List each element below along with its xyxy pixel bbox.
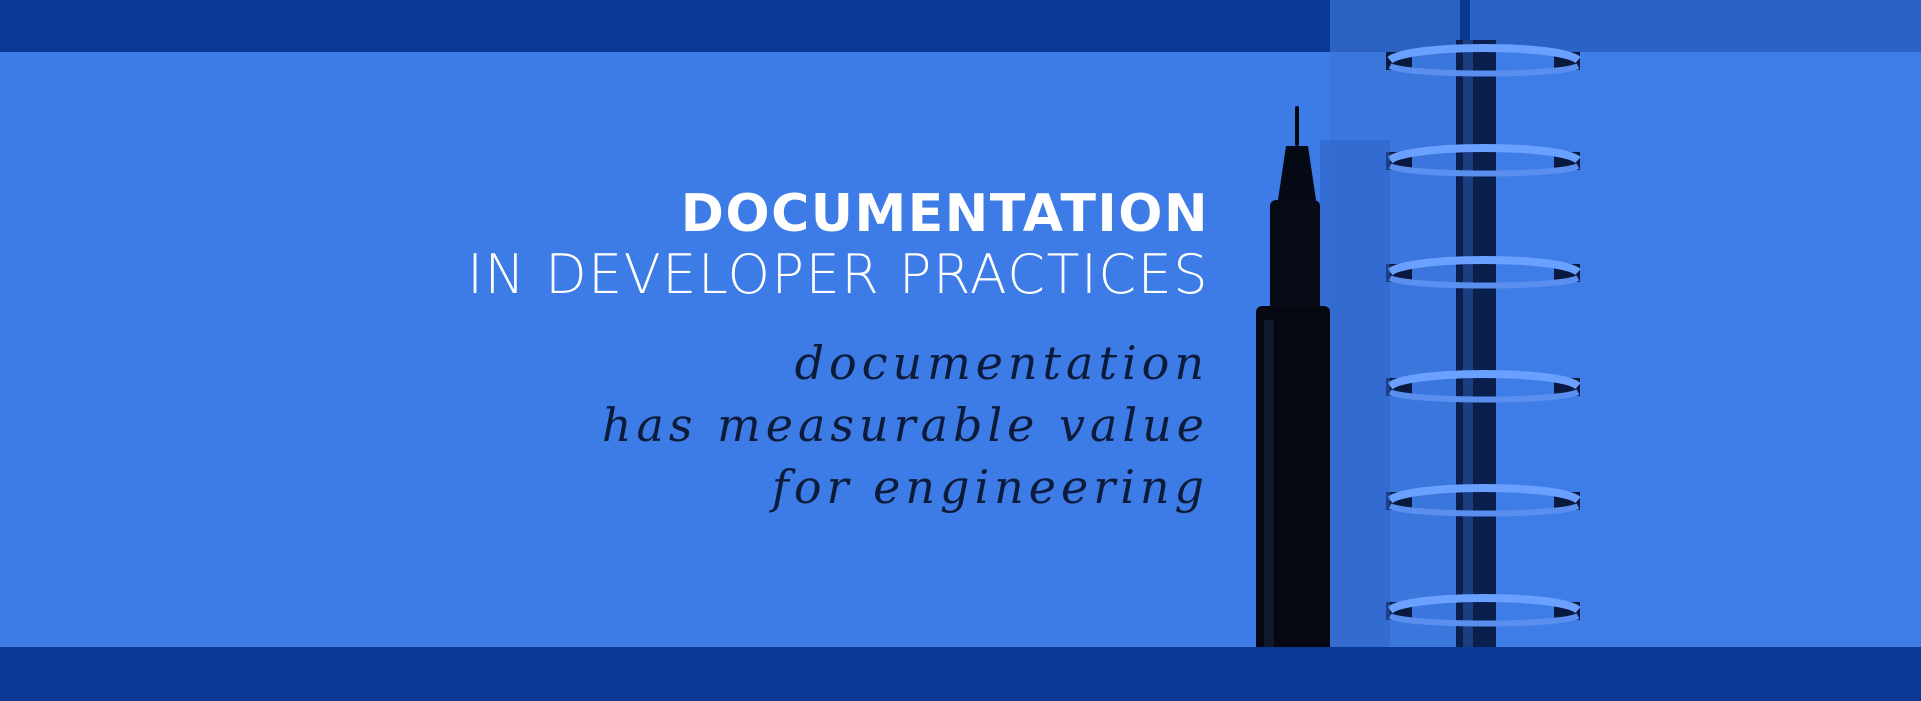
script-line-3: for engineering	[771, 460, 1209, 514]
script-tagline: documentation has measurable value for e…	[309, 332, 1209, 518]
bottom-band	[0, 647, 1921, 701]
banner-subtitle: IN DEVELOPER PRACTICES	[467, 243, 1209, 306]
banner-text: DOCUMENTATION IN DEVELOPER PRACTICES doc…	[309, 184, 1209, 518]
pen-icon	[1256, 106, 1330, 701]
script-line-2: has measurable value	[601, 398, 1209, 452]
script-line-1: documentation	[794, 336, 1209, 390]
banner-title: DOCUMENTATION	[680, 184, 1209, 244]
